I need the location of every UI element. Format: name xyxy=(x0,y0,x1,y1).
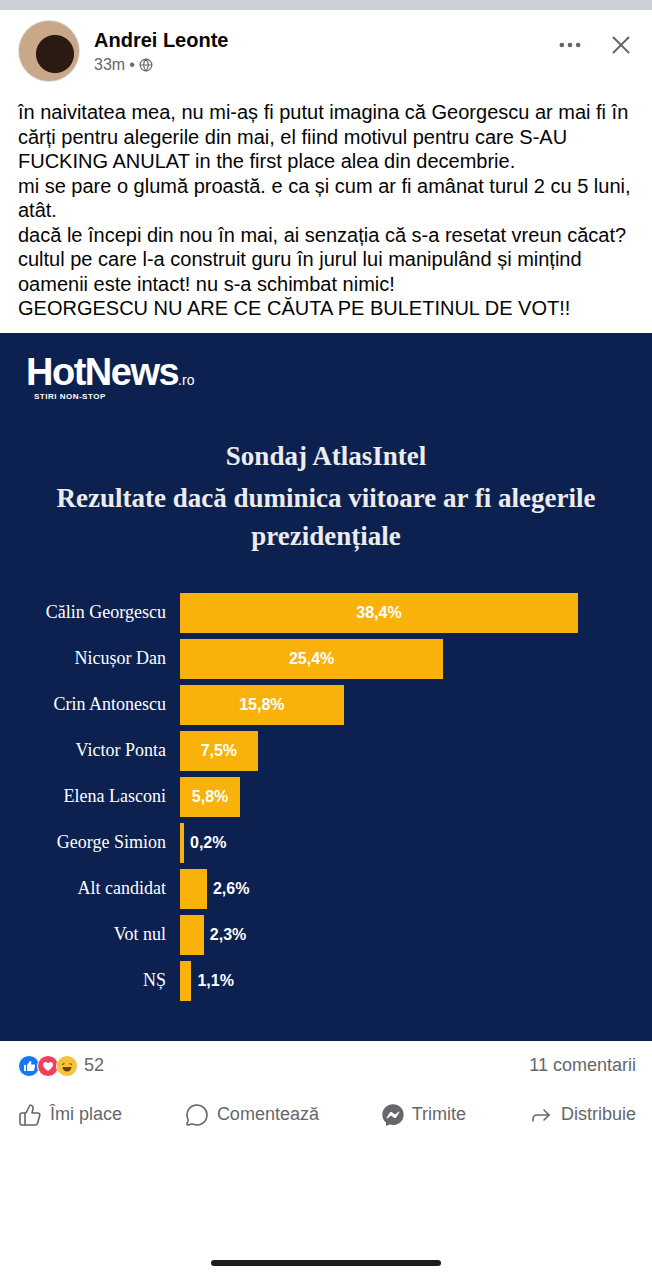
close-icon xyxy=(606,30,636,60)
meta-separator: • xyxy=(129,56,135,74)
logo-name: HotNews.ro xyxy=(26,353,194,391)
reaction-icons xyxy=(18,1055,78,1077)
bar-label: Nicușor Dan xyxy=(26,648,166,669)
reactions-summary[interactable]: 52 xyxy=(18,1055,104,1077)
reaction-count: 52 xyxy=(84,1055,104,1076)
bar-row: NȘ 1,1% xyxy=(26,961,626,1001)
hotnews-logo: HotNews.roSTIRI NON-STOP xyxy=(26,353,194,401)
comment-icon xyxy=(185,1103,209,1127)
action-bar: Îmi place Comentează Trimite Distribuie xyxy=(0,1087,652,1141)
author-info: Andrei Leonte 33m• xyxy=(94,29,542,74)
comments-count[interactable]: 11 comentarii xyxy=(529,1055,636,1076)
bar-reading: 0,2% xyxy=(184,834,226,852)
bar-row: Călin Georgescu 38,4% xyxy=(26,593,626,633)
logo-tagline: STIRI NON-STOP xyxy=(34,392,194,401)
bar-label: Victor Ponta xyxy=(26,740,166,761)
ellipsis-icon xyxy=(556,31,584,59)
logo-suffix: .ro xyxy=(178,373,194,387)
post-header: Andrei Leonte 33m• xyxy=(0,10,652,82)
bar-track: 15,8% xyxy=(180,685,626,725)
header-actions xyxy=(556,20,636,60)
globe-icon xyxy=(139,58,153,72)
like-button[interactable]: Îmi place xyxy=(18,1099,122,1131)
bar-track: 25,4% xyxy=(180,639,626,679)
bar-chart: Călin Georgescu 38,4% Nicușor Dan 25,4% Crin… xyxy=(26,593,626,1001)
post-text: în naivitatea mea, nu mi-aș fi putut ima… xyxy=(0,82,652,333)
bar-label: George Simion xyxy=(26,832,166,853)
reactions-row: 52 11 comentarii xyxy=(0,1041,652,1087)
bar: 25,4% xyxy=(180,639,443,679)
bar: 15,8% xyxy=(180,685,344,725)
love-reaction-icon xyxy=(37,1055,59,1077)
top-divider xyxy=(0,0,652,10)
post-paragraph: în naivitatea mea, nu mi-aș fi putut ima… xyxy=(18,100,638,174)
send-button[interactable]: Trimite xyxy=(382,1099,466,1131)
post-meta: 33m• xyxy=(94,56,542,74)
bar-track: 2,6% xyxy=(180,869,626,909)
bar-row: Elena Lasconi 5,8% xyxy=(26,777,626,817)
bar xyxy=(180,961,191,1001)
post-paragraph: dacă le începi din nou în mai, ai senzaț… xyxy=(18,223,638,297)
bar-reading: 1,1% xyxy=(191,972,233,990)
author-avatar[interactable] xyxy=(18,20,80,82)
bar-row: Vot nul 2,3% xyxy=(26,915,626,955)
bar-row: Nicușor Dan 25,4% xyxy=(26,639,626,679)
bar-track: 38,4% xyxy=(180,593,626,633)
bar-track: 5,8% xyxy=(180,777,626,817)
bar xyxy=(180,915,204,955)
bar xyxy=(180,823,184,863)
bar-track: 1,1% xyxy=(180,961,626,1001)
home-indicator xyxy=(211,1260,441,1266)
bar-track: 7,5% xyxy=(180,731,626,771)
bar-track: 2,3% xyxy=(180,915,626,955)
bar: 7,5% xyxy=(180,731,258,771)
facebook-post-screen: Andrei Leonte 33m• în naivitatea mea, nu m… xyxy=(0,0,652,1280)
send-icon xyxy=(382,1104,404,1126)
bar-label: Călin Georgescu xyxy=(26,602,166,623)
post-paragraph: mi se pare o glumă proastă. e ca și cum … xyxy=(18,174,638,223)
bar-label: Alt candidat xyxy=(26,878,166,899)
bottom-area xyxy=(0,1141,652,1280)
post-paragraph: GEORGESCU NU ARE CE CĂUTA PE BULETINUL D… xyxy=(18,296,638,321)
bar-reading: 25,4% xyxy=(287,650,336,668)
comment-button[interactable]: Comentează xyxy=(185,1099,319,1131)
like-reaction-icon xyxy=(18,1055,40,1077)
bar: 5,8% xyxy=(180,777,240,817)
bar-track: 0,2% xyxy=(180,823,626,863)
close-button[interactable] xyxy=(606,30,636,60)
poll-chart-image[interactable]: HotNews.roSTIRI NON-STOP Sondaj AtlasInte… xyxy=(0,333,652,1041)
more-button[interactable] xyxy=(556,31,584,59)
share-button[interactable]: Distribuie xyxy=(529,1099,636,1131)
chart-subtitle: Rezultate dacă duminica viitoare ar fi a… xyxy=(26,479,626,555)
bar: 38,4% xyxy=(180,593,578,633)
chart-title: Sondaj AtlasIntel xyxy=(26,437,626,475)
author-name[interactable]: Andrei Leonte xyxy=(94,29,542,52)
haha-reaction-icon xyxy=(56,1055,78,1077)
bar-row: Crin Antonescu 15,8% xyxy=(26,685,626,725)
bar-reading: 7,5% xyxy=(199,742,239,760)
post-time[interactable]: 33m xyxy=(94,56,125,74)
bar-label: Crin Antonescu xyxy=(26,694,166,715)
bar-label: NȘ xyxy=(26,970,166,991)
bar-row: George Simion 0,2% xyxy=(26,823,626,863)
bar xyxy=(180,869,207,909)
bar-reading: 5,8% xyxy=(190,788,230,806)
bar-label: Elena Lasconi xyxy=(26,786,166,807)
bar-reading: 15,8% xyxy=(237,696,286,714)
share-icon xyxy=(529,1103,553,1127)
bar-label: Vot nul xyxy=(26,924,166,945)
bar-reading: 2,6% xyxy=(207,880,249,898)
bar-row: Alt candidat 2,6% xyxy=(26,869,626,909)
bar-row: Victor Ponta 7,5% xyxy=(26,731,626,771)
like-icon xyxy=(18,1103,42,1127)
bar-reading: 38,4% xyxy=(354,604,403,622)
bar-reading: 2,3% xyxy=(204,926,246,944)
